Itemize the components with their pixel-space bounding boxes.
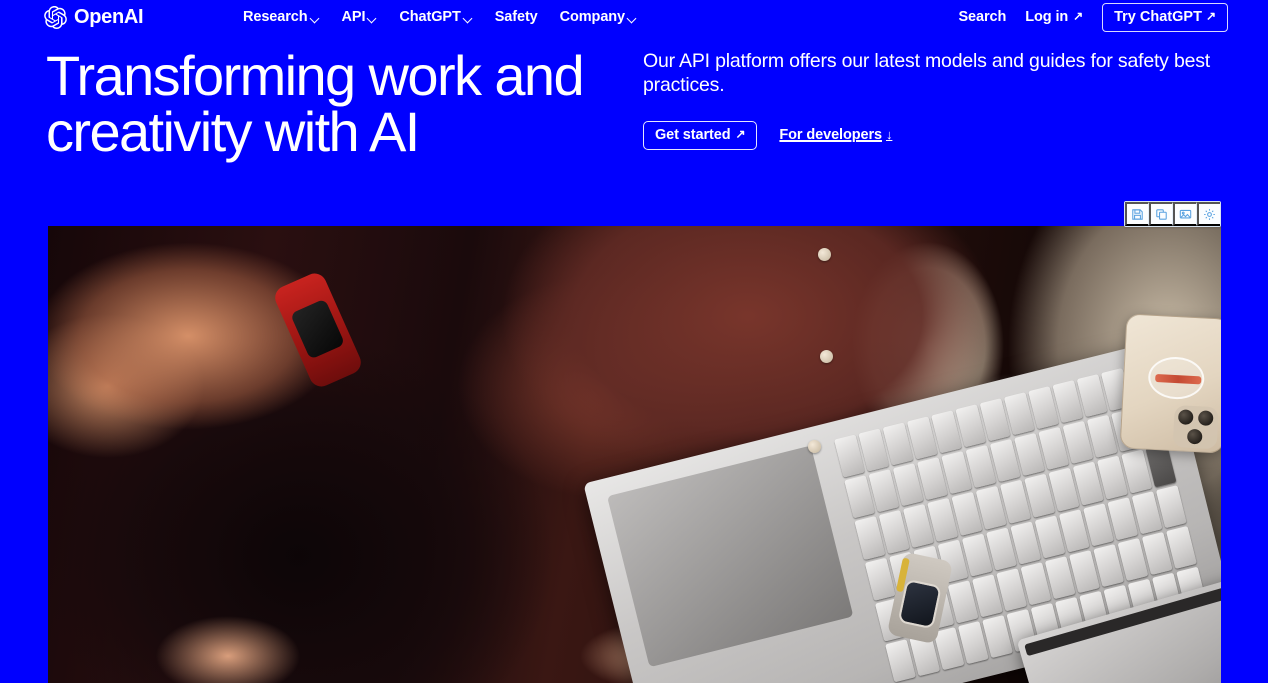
- nav-item-safety[interactable]: Safety: [495, 9, 538, 25]
- chevron-down-icon: [628, 14, 637, 23]
- page-title-line-1: Transforming work and: [46, 44, 585, 107]
- get-started-button[interactable]: Get started ↗: [643, 120, 758, 150]
- nav-item-research[interactable]: Research: [243, 9, 320, 25]
- try-chatgpt-button[interactable]: Try ChatGPT ↗: [1102, 2, 1228, 32]
- hero-description: Our API platform offers our latest model…: [643, 50, 1211, 96]
- shirt-button: [818, 248, 831, 261]
- nav-item-api-label: API: [341, 9, 366, 25]
- image-icon[interactable]: [1173, 202, 1197, 226]
- try-chatgpt-label: Try ChatGPT: [1114, 8, 1202, 25]
- nav-item-safety-label: Safety: [494, 9, 538, 25]
- phone-sticker: [1147, 355, 1206, 401]
- nav-item-company-label: Company: [559, 9, 626, 25]
- secondary-nav: Search Log in ↗ Try ChatGPT ↗: [958, 2, 1228, 32]
- search-link[interactable]: Search: [958, 9, 1006, 25]
- save-icon[interactable]: [1125, 202, 1149, 226]
- chevron-down-icon: [464, 14, 473, 23]
- search-label: Search: [958, 9, 1007, 25]
- for-developers-label: For developers: [779, 127, 882, 144]
- hero-actions: Get started ↗ For developers ↓: [643, 120, 1223, 150]
- login-label: Log in: [1025, 9, 1069, 25]
- openai-blossom-icon: [44, 5, 67, 29]
- chevron-down-icon: [311, 14, 320, 23]
- chevron-down-icon: [368, 14, 377, 23]
- nav-item-company[interactable]: Company: [560, 9, 637, 25]
- login-link[interactable]: Log in ↗: [1025, 9, 1083, 25]
- openai-homepage: OpenAI Research API ChatGPT Safety Compa…: [0, 0, 1268, 683]
- hero-copy-column: Our API platform offers our latest model…: [643, 50, 1223, 150]
- arrow-down-icon: ↓: [885, 127, 893, 143]
- gear-icon[interactable]: [1197, 202, 1220, 226]
- phone-camera-module: [1172, 405, 1219, 450]
- shirt-button: [820, 350, 833, 363]
- get-started-label: Get started: [655, 126, 731, 143]
- external-link-arrow-icon: ↗: [735, 126, 746, 141]
- nav-item-chatgpt[interactable]: ChatGPT: [399, 9, 472, 25]
- nav-item-chatgpt-label: ChatGPT: [399, 9, 461, 25]
- copy-icon[interactable]: [1149, 202, 1173, 226]
- nav-item-api[interactable]: API: [342, 9, 378, 25]
- primary-nav: Research API ChatGPT Safety Company: [243, 9, 637, 25]
- external-link-arrow-icon: ↗: [1073, 9, 1084, 23]
- smartphone: [1119, 313, 1221, 454]
- hero-section: Transforming work and creativity with AI…: [0, 40, 1268, 220]
- brand-name: OpenAI: [74, 6, 144, 28]
- hero-image: [48, 226, 1221, 683]
- page-title: Transforming work and creativity with AI: [46, 48, 636, 160]
- openai-logo-link[interactable]: OpenAI: [44, 5, 144, 29]
- external-link-arrow-icon: ↗: [1205, 8, 1216, 23]
- site-header: OpenAI Research API ChatGPT Safety Compa…: [0, 0, 1268, 34]
- extension-toolbar[interactable]: [1124, 201, 1221, 227]
- page-title-line-2: creativity with AI: [46, 100, 420, 163]
- nav-item-research-label: Research: [243, 9, 308, 25]
- for-developers-link[interactable]: For developers ↓: [779, 127, 892, 143]
- shirt-button: [808, 440, 821, 453]
